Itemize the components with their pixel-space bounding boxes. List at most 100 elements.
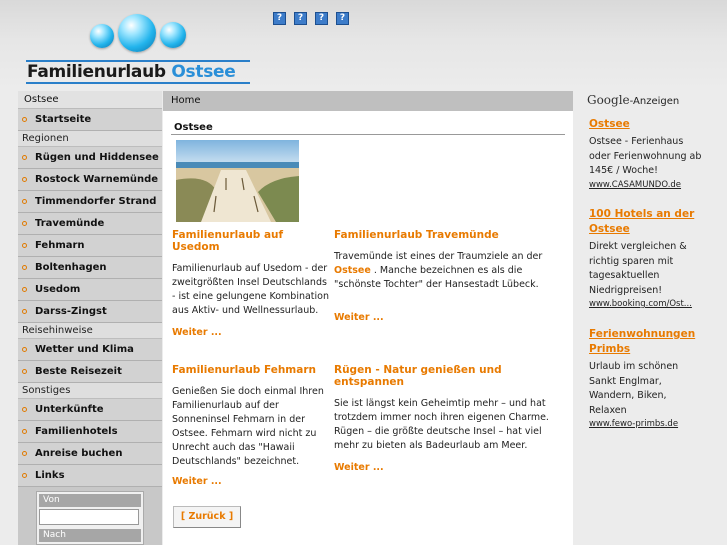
sidebar-item-usedom[interactable]: Usedom — [18, 279, 162, 301]
sidebar-category-reisehinweise: Reisehinweise — [18, 323, 162, 339]
article-text: Sie ist längst kein Geheimtip mehr – und… — [334, 398, 549, 451]
sidebar-item-label: Links — [35, 470, 65, 481]
sidebar-item-wetter[interactable]: Wetter und Klima — [18, 339, 162, 361]
article-text: Genießen Sie doch einmal Ihren Familienu… — [172, 386, 324, 467]
logo-line-bottom — [26, 82, 250, 84]
sidebar-item-label: Fehmarn — [35, 240, 85, 251]
help-icon[interactable]: ? — [336, 12, 349, 25]
sidebar-item-boltenhagen[interactable]: Boltenhagen — [18, 257, 162, 279]
google-logo: Google — [587, 93, 630, 107]
breadcrumb-home[interactable]: Home — [171, 95, 201, 106]
sidebar-category-sonstiges: Sonstiges — [18, 383, 162, 399]
article-title[interactable]: Familienurlaub Travemünde — [334, 229, 559, 241]
ad-title[interactable]: Ferienwohnungen Primbs — [589, 327, 707, 357]
sidebar-item-label: Boltenhagen — [35, 262, 107, 273]
article-text: Travemünde ist eines der Traumziele an d… — [334, 250, 559, 292]
sidebar-item-fehmarn[interactable]: Fehmarn — [18, 235, 162, 257]
ad-title[interactable]: 100 Hotels an der Ostsee — [589, 207, 707, 237]
sidebar-item-label: Darss-Zingst — [35, 306, 107, 317]
title-divider — [171, 134, 565, 135]
sidebar-item-label: Beste Reisezeit — [35, 366, 122, 377]
sidebar-item-label: Timmendorfer Strand — [35, 196, 157, 207]
bullet-icon — [22, 265, 27, 270]
sidebar-item-label: Startseite — [35, 114, 92, 125]
article-text: Familienurlaub auf Usedom - der zweitgrö… — [172, 263, 330, 316]
sidebar-item-links[interactable]: Links — [18, 465, 162, 487]
from-input[interactable] — [39, 509, 139, 525]
sidebar-item-reisezeit[interactable]: Beste Reisezeit — [18, 361, 162, 383]
logo-text-2: Ostsee — [171, 62, 236, 82]
article-title[interactable]: Familienurlaub auf Usedom — [172, 229, 332, 253]
more-link-usedom[interactable]: Weiter ... — [172, 327, 222, 338]
breadcrumb: Home — [163, 91, 573, 111]
main-content: Home Ostsee Familienurlaub auf Usedom Fa… — [163, 91, 573, 545]
sidebar-item-unterkuenfte[interactable]: Unterkünfte — [18, 399, 162, 421]
logo-text-1: Familienurlaub — [27, 62, 166, 82]
article-title[interactable]: Rügen - Natur genießen und entspannen — [334, 364, 559, 388]
ad-text: Ostsee - Ferienhaus oder Ferienwohnung a… — [589, 136, 702, 176]
sidebar-item-label: Anreise buchen — [35, 448, 123, 459]
sidebar-item-label: Wetter und Klima — [35, 344, 134, 355]
more-link-travemuende[interactable]: Weiter ... — [334, 312, 384, 323]
ad-title[interactable]: Ostsee — [589, 117, 707, 132]
bullet-icon — [22, 451, 27, 456]
sidebar-item-darss[interactable]: Darss-Zingst — [18, 301, 162, 323]
more-link-ruegen[interactable]: Weiter ... — [334, 462, 384, 473]
back-button[interactable]: [ Zurück ] — [173, 506, 241, 528]
logo-bubbles — [88, 14, 198, 56]
sidebar-item-ruegen[interactable]: Rügen und Hiddensee — [18, 147, 162, 169]
sidebar: Ostsee Startseite Regionen Rügen und Hid… — [18, 91, 162, 545]
article-text-a: Travemünde ist eines der Traumziele an d… — [334, 251, 543, 262]
article-ruegen: Rügen - Natur genießen und entspannen Si… — [334, 364, 559, 453]
help-icon[interactable]: ? — [273, 12, 286, 25]
sidebar-item-label: Rügen und Hiddensee — [35, 152, 159, 163]
bullet-icon — [22, 429, 27, 434]
sidebar-item-travemuende[interactable]: Travemünde — [18, 213, 162, 235]
sidebar-item-familienhotels[interactable]: Familienhotels — [18, 421, 162, 443]
to-label: Nach — [39, 529, 141, 542]
help-icon[interactable]: ? — [294, 12, 307, 25]
ad-text: Urlaub im schönen Sankt Englmar, Wandern… — [589, 361, 679, 416]
bullet-icon — [22, 309, 27, 314]
article-highlight-link[interactable]: Ostsee — [334, 265, 371, 276]
ad-url[interactable]: www.CASAMUNDO.de — [589, 179, 707, 192]
from-label: Von — [39, 494, 141, 507]
sidebar-item-label: Familienhotels — [35, 426, 118, 437]
bullet-icon — [22, 369, 27, 374]
bullet-icon — [22, 287, 27, 292]
ads-label: -Anzeigen — [629, 96, 680, 107]
top-icons: ? ? ? ? — [273, 12, 349, 25]
header: Familienurlaub Ostsee ? ? ? ? — [0, 0, 727, 90]
ad-url[interactable]: www.booking.com/Ost... — [589, 298, 707, 311]
ad-item: 100 Hotels an der Ostsee Direkt vergleic… — [589, 207, 707, 311]
ads-column: Google-Anzeigen Ostsee Ostsee - Ferienha… — [573, 91, 709, 545]
sidebar-item-timmendorf[interactable]: Timmendorfer Strand — [18, 191, 162, 213]
bullet-icon — [22, 347, 27, 352]
ad-item: Ferienwohnungen Primbs Urlaub im schönen… — [589, 327, 707, 431]
travel-search-form: Von Nach — [36, 491, 144, 545]
ad-text: Direkt vergleichen & richtig sparen mit … — [589, 241, 687, 296]
sidebar-item-label: Unterkünfte — [35, 404, 104, 415]
ad-url[interactable]: www.fewo-primbs.de — [589, 418, 707, 431]
sidebar-item-rostock[interactable]: Rostock Warnemünde — [18, 169, 162, 191]
bullet-icon — [22, 177, 27, 182]
site-logo[interactable]: Familienurlaub Ostsee — [27, 62, 236, 82]
sidebar-item-startseite[interactable]: Startseite — [18, 109, 162, 131]
bullet-icon — [22, 199, 27, 204]
article-travemuende: Familienurlaub Travemünde Travemünde ist… — [334, 229, 559, 292]
sidebar-item-label: Rostock Warnemünde — [35, 174, 159, 185]
sidebar-title: Ostsee — [18, 91, 162, 109]
sidebar-item-label: Travemünde — [35, 218, 105, 229]
beach-image — [176, 140, 299, 222]
help-icon[interactable]: ? — [315, 12, 328, 25]
sidebar-item-anreise[interactable]: Anreise buchen — [18, 443, 162, 465]
bullet-icon — [22, 473, 27, 478]
sidebar-category-regionen: Regionen — [18, 131, 162, 147]
bullet-icon — [22, 117, 27, 122]
bullet-icon — [22, 155, 27, 160]
more-link-fehmarn[interactable]: Weiter ... — [172, 476, 222, 487]
ads-header: Google-Anzeigen — [573, 91, 709, 109]
ad-item: Ostsee Ostsee - Ferienhaus oder Ferienwo… — [589, 117, 707, 192]
article-title[interactable]: Familienurlaub Fehmarn — [172, 364, 332, 376]
bullet-icon — [22, 407, 27, 412]
